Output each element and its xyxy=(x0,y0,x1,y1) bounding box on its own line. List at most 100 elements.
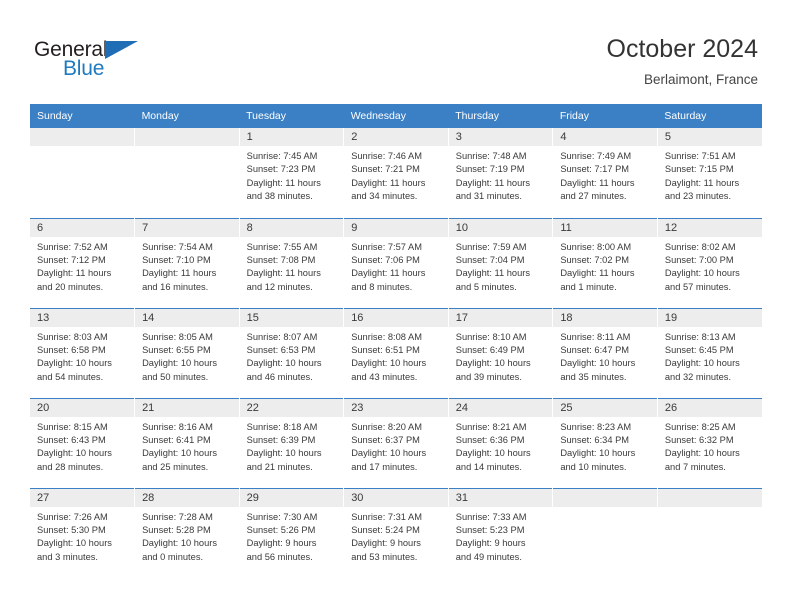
day-number: 29 xyxy=(239,488,344,507)
day-number xyxy=(657,488,762,507)
daylight-text: Daylight: 10 hours xyxy=(664,358,740,369)
day-details: Sunrise: 8:21 AM Sunset: 6:36 PM Daylight:… xyxy=(449,417,553,475)
calendar-grid: Sunday Monday Tuesday Wednesday Thursday Frid… xyxy=(30,104,762,578)
calendar-day-cell[interactable]: 14 Sunrise: 8:05 AM Sunset: 6:55 PM Dayligh… xyxy=(134,307,240,398)
daylight-text-cont: and 5 minutes. xyxy=(455,281,517,292)
weekday-header-wednesday: Wednesday xyxy=(343,104,449,128)
day-number: 25 xyxy=(553,398,657,417)
day-details: Sunrise: 7:28 AM Sunset: 5:28 PM Daylight:… xyxy=(135,507,239,565)
day-details: Sunrise: 8:20 AM Sunset: 6:37 PM Daylight:… xyxy=(344,417,448,475)
calendar-day-cell[interactable]: 4 Sunrise: 7:49 AM Sunset: 7:17 PM Daylight… xyxy=(552,128,658,218)
day-details: Sunrise: 8:23 AM Sunset: 6:34 PM Daylight:… xyxy=(553,417,657,475)
daylight-text: Daylight: 10 hours xyxy=(664,268,740,279)
page-title: October 2024 xyxy=(606,35,759,63)
calendar-day-cell[interactable]: 19 Sunrise: 8:13 AM Sunset: 6:45 PM Dayligh… xyxy=(657,307,762,398)
sunset-text: Sunset: 7:17 PM xyxy=(560,164,630,175)
daylight-text-cont: and 0 minutes. xyxy=(142,551,204,562)
day-details: Sunrise: 8:08 AM Sunset: 6:51 PM Daylight:… xyxy=(344,327,448,385)
calendar-day-cell[interactable]: 31 Sunrise: 7:33 AM Sunset: 5:23 PM Dayligh… xyxy=(448,487,554,578)
day-number: 8 xyxy=(239,218,344,237)
calendar-day-cell[interactable]: 21 Sunrise: 8:16 AM Sunset: 6:41 PM Dayligh… xyxy=(134,397,240,488)
calendar-day-cell[interactable]: 7 Sunrise: 7:54 AM Sunset: 7:10 PM Daylight… xyxy=(134,217,240,308)
sunrise-text: Sunrise: 7:51 AM xyxy=(664,151,736,161)
calendar-day-cell[interactable]: 12 Sunrise: 8:02 AM Sunset: 7:00 PM Dayligh… xyxy=(657,217,762,308)
sunset-text: Sunset: 6:58 PM xyxy=(37,344,106,355)
daylight-text: Daylight: 10 hours xyxy=(142,358,217,369)
page-header: General Blue October 2024 Berlaimont, Fr… xyxy=(0,0,792,100)
calendar-day-cell[interactable]: 24 Sunrise: 8:21 AM Sunset: 6:36 PM Dayligh… xyxy=(448,397,554,488)
calendar-day-cell[interactable]: 1 Sunrise: 7:45 AM Sunset: 7:23 PM Daylight… xyxy=(239,128,345,218)
calendar-day-cell[interactable]: 29 Sunrise: 7:30 AM Sunset: 5:26 PM Dayligh… xyxy=(239,487,345,578)
daylight-text-cont: and 27 minutes. xyxy=(560,191,627,202)
weekday-header-monday: Monday xyxy=(134,104,240,128)
day-details: Sunrise: 8:18 AM Sunset: 6:39 PM Daylight:… xyxy=(240,417,344,475)
daylight-text: Daylight: 11 hours xyxy=(455,268,530,279)
day-details: Sunrise: 7:26 AM Sunset: 5:30 PM Daylight:… xyxy=(30,507,134,565)
daylight-text: Daylight: 11 hours xyxy=(246,177,321,188)
day-number: 1 xyxy=(239,128,344,146)
calendar-day-cell[interactable]: 20 Sunrise: 8:15 AM Sunset: 6:43 PM Dayligh… xyxy=(30,397,136,488)
calendar-page: General Blue October 2024 Berlaimont, Fr… xyxy=(0,0,792,612)
calendar-day-cell[interactable]: 17 Sunrise: 8:10 AM Sunset: 6:49 PM Dayligh… xyxy=(448,307,554,398)
sunrise-text: Sunrise: 8:18 AM xyxy=(246,421,318,432)
day-details: Sunrise: 7:46 AM Sunset: 7:21 PM Daylight:… xyxy=(344,146,448,204)
sunset-text: Sunset: 7:06 PM xyxy=(351,254,420,265)
daylight-text-cont: and 7 minutes. xyxy=(664,461,726,472)
calendar-day-cell[interactable]: 8 Sunrise: 7:55 AM Sunset: 7:08 PM Daylight… xyxy=(239,217,345,308)
daylight-text-cont: and 23 minutes. xyxy=(664,191,732,202)
sunset-text: Sunset: 6:43 PM xyxy=(37,434,106,445)
sunrise-text: Sunrise: 7:55 AM xyxy=(246,241,318,252)
daylight-text-cont: and 28 minutes. xyxy=(37,461,104,472)
sunrise-text: Sunrise: 8:21 AM xyxy=(455,421,527,432)
sunrise-text: Sunrise: 7:57 AM xyxy=(351,241,422,252)
sunset-text: Sunset: 7:04 PM xyxy=(455,254,525,265)
calendar-day-cell[interactable]: 16 Sunrise: 8:08 AM Sunset: 6:51 PM Dayligh… xyxy=(343,307,449,398)
day-details: Sunrise: 8:05 AM Sunset: 6:55 PM Daylight:… xyxy=(135,327,239,385)
day-number: 24 xyxy=(448,398,553,417)
sunrise-text: Sunrise: 8:23 AM xyxy=(560,421,632,432)
generalblue-logo[interactable]: General Blue xyxy=(34,38,214,84)
calendar-week-row: 20 Sunrise: 8:15 AM Sunset: 6:43 PM Dayligh… xyxy=(30,397,762,488)
day-number: 14 xyxy=(135,308,239,327)
calendar-day-cell[interactable]: 27 Sunrise: 7:26 AM Sunset: 5:30 PM Dayligh… xyxy=(30,487,136,578)
calendar-day-cell[interactable]: 3 Sunrise: 7:48 AM Sunset: 7:19 PM Daylight… xyxy=(448,128,554,218)
calendar-day-cell[interactable]: 30 Sunrise: 7:31 AM Sunset: 5:24 PM Dayligh… xyxy=(343,487,449,578)
day-number: 30 xyxy=(344,488,448,507)
daylight-text-cont: and 31 minutes. xyxy=(455,191,522,202)
sunset-text: Sunset: 7:00 PM xyxy=(664,254,734,265)
calendar-day-cell[interactable]: 28 Sunrise: 7:28 AM Sunset: 5:28 PM Dayligh… xyxy=(134,487,240,578)
day-number: 18 xyxy=(553,308,657,327)
day-number: 21 xyxy=(135,398,239,417)
calendar-day-cell[interactable]: 9 Sunrise: 7:57 AM Sunset: 7:06 PM Daylight… xyxy=(343,217,449,308)
calendar-day-cell[interactable]: 10 Sunrise: 7:59 AM Sunset: 7:04 PM Dayligh… xyxy=(448,217,554,308)
day-number xyxy=(135,128,239,146)
daylight-text-cont: and 39 minutes. xyxy=(455,371,522,382)
day-details: Sunrise: 8:00 AM Sunset: 7:02 PM Daylight:… xyxy=(553,237,657,295)
sunrise-text: Sunrise: 7:46 AM xyxy=(351,151,422,161)
daylight-text-cont: and 53 minutes. xyxy=(351,551,418,562)
sunrise-text: Sunrise: 8:07 AM xyxy=(246,331,318,342)
calendar-day-cell[interactable]: 22 Sunrise: 8:18 AM Sunset: 6:39 PM Dayligh… xyxy=(239,397,345,488)
daylight-text: Daylight: 10 hours xyxy=(246,358,322,369)
daylight-text: Daylight: 11 hours xyxy=(455,177,530,188)
calendar-day-cell[interactable]: 15 Sunrise: 8:07 AM Sunset: 6:53 PM Dayligh… xyxy=(239,307,345,398)
day-details: Sunrise: 7:45 AM Sunset: 7:23 PM Daylight:… xyxy=(240,146,344,204)
daylight-text-cont: and 38 minutes. xyxy=(246,191,313,202)
calendar-day-cell[interactable]: 11 Sunrise: 8:00 AM Sunset: 7:02 PM Dayligh… xyxy=(552,217,658,308)
daylight-text: Daylight: 10 hours xyxy=(455,358,531,369)
sunrise-text: Sunrise: 8:05 AM xyxy=(142,331,213,342)
sunrise-text: Sunrise: 7:59 AM xyxy=(455,241,527,252)
daylight-text: Daylight: 10 hours xyxy=(351,448,427,459)
calendar-day-cell[interactable]: 5 Sunrise: 7:51 AM Sunset: 7:15 PM Daylight… xyxy=(657,128,762,218)
calendar-day-cell[interactable]: 6 Sunrise: 7:52 AM Sunset: 7:12 PM Daylight… xyxy=(30,217,136,308)
sunrise-text: Sunrise: 8:20 AM xyxy=(351,421,422,432)
logo-triangle-icon xyxy=(105,41,138,59)
calendar-day-cell[interactable]: 13 Sunrise: 8:03 AM Sunset: 6:58 PM Dayligh… xyxy=(30,307,136,398)
location-subtitle: Berlaimont, France xyxy=(643,72,758,87)
calendar-day-cell[interactable]: 2 Sunrise: 7:46 AM Sunset: 7:21 PM Daylight… xyxy=(343,128,449,218)
calendar-day-cell[interactable]: 18 Sunrise: 8:11 AM Sunset: 6:47 PM Dayligh… xyxy=(552,307,658,398)
calendar-day-cell[interactable]: 23 Sunrise: 8:20 AM Sunset: 6:37 PM Dayligh… xyxy=(343,397,449,488)
calendar-day-cell[interactable]: 26 Sunrise: 8:25 AM Sunset: 6:32 PM Dayligh… xyxy=(657,397,762,488)
calendar-day-cell[interactable]: 25 Sunrise: 8:23 AM Sunset: 6:34 PM Dayligh… xyxy=(552,397,658,488)
sunrise-text: Sunrise: 8:16 AM xyxy=(142,421,213,432)
